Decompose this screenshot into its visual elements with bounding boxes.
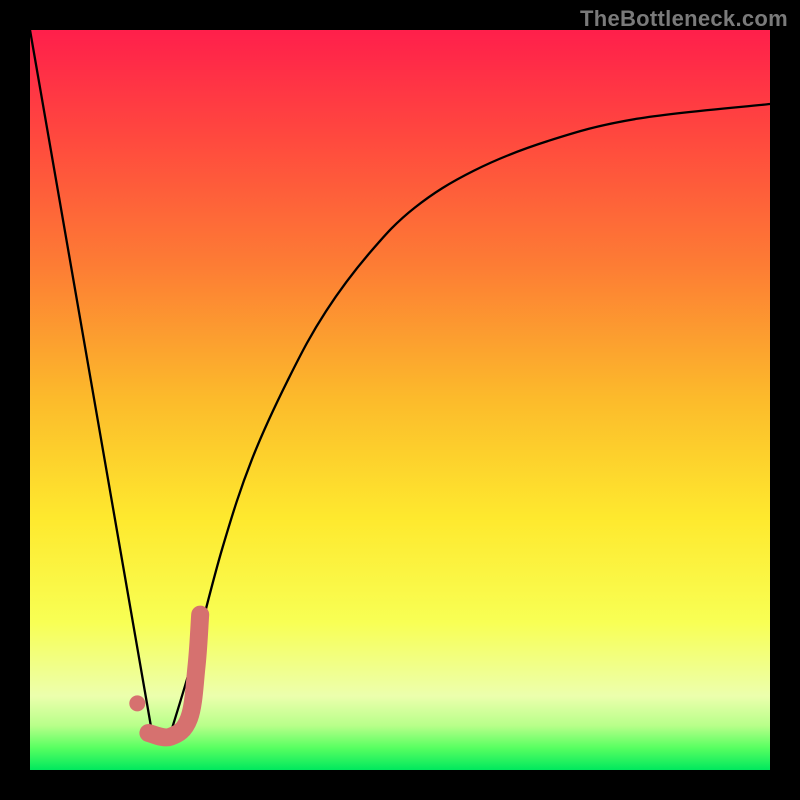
marker-dot xyxy=(129,695,145,711)
bottleneck-curve-chart xyxy=(30,30,770,770)
gradient-background xyxy=(30,30,770,770)
watermark-text: TheBottleneck.com xyxy=(580,6,788,32)
chart-frame: TheBottleneck.com xyxy=(0,0,800,800)
plot-area xyxy=(30,30,770,770)
